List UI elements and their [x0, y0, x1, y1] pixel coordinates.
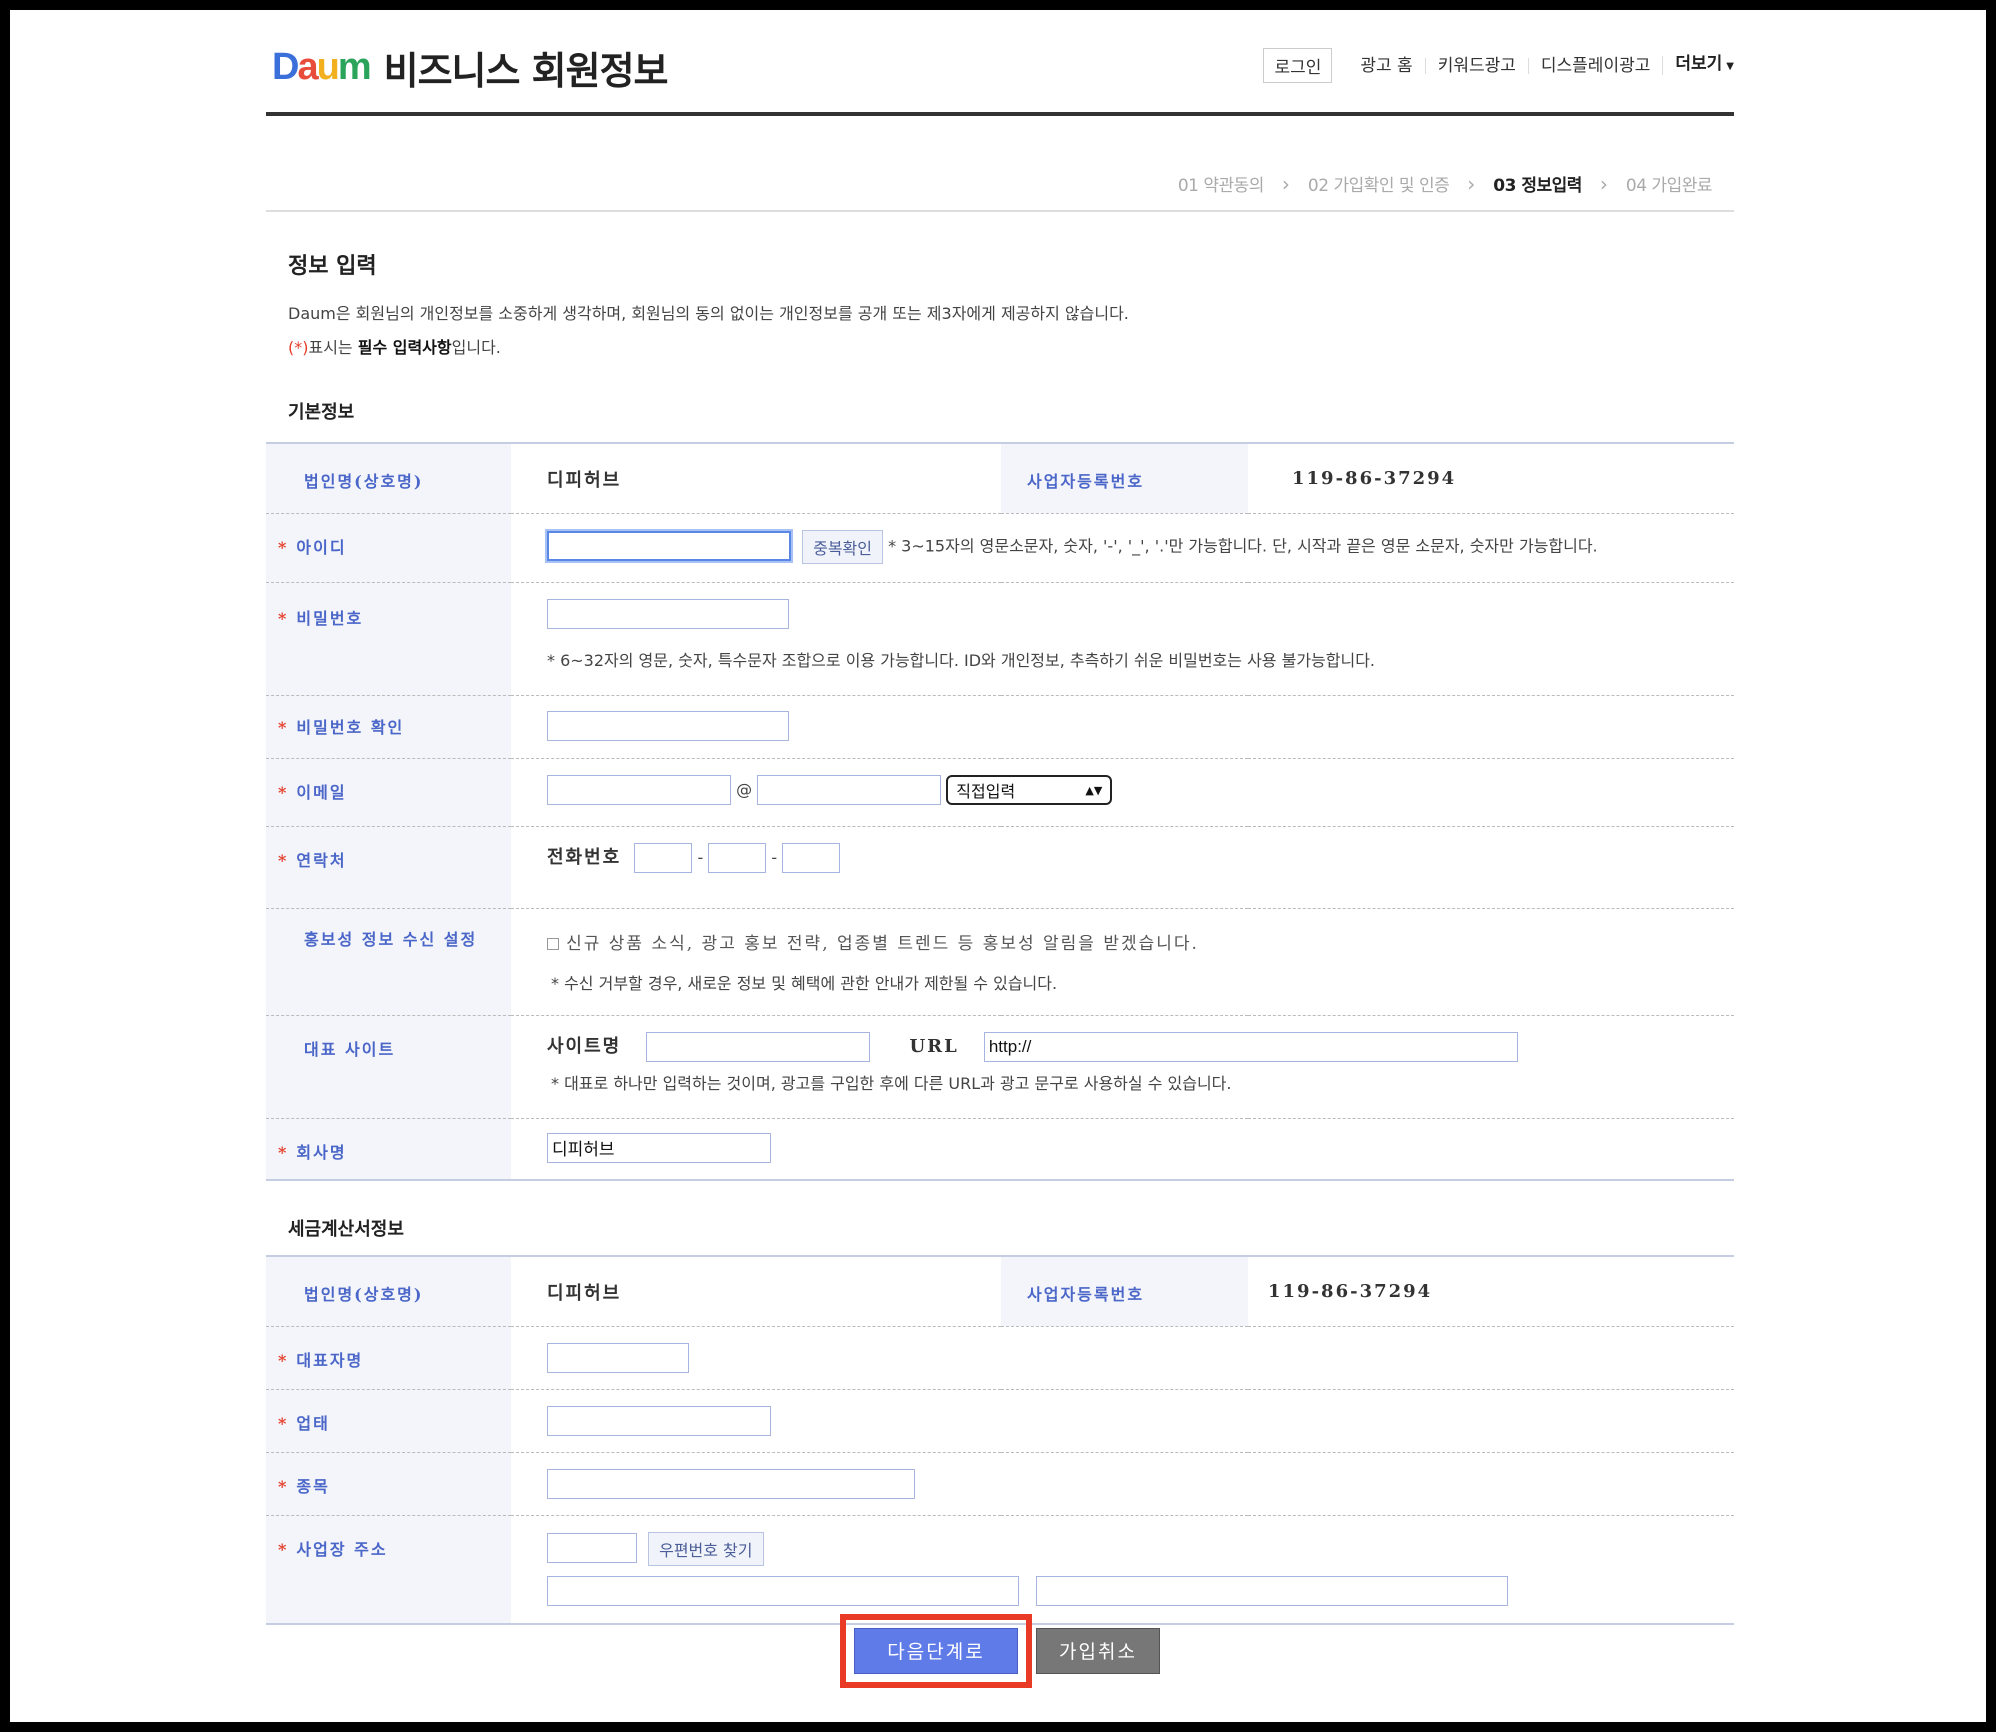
email-local-input[interactable]: [547, 774, 731, 805]
required-note: (*)표시는 필수 입력사항입니다.: [288, 338, 501, 357]
url-label: URL: [909, 1035, 959, 1057]
nav-display-ad[interactable]: 디스플레이광고: [1527, 57, 1662, 74]
site-name-input[interactable]: [646, 1031, 871, 1062]
phone-part-1[interactable]: [634, 842, 693, 873]
site-hint: * 대표로 하나만 입력하는 것이며, 광고를 구입한 후에 다른 URL과 광…: [551, 1073, 1232, 1093]
section-title: 정보 입력: [288, 254, 377, 279]
url-input[interactable]: [983, 1031, 1518, 1062]
email-label: * 이메일: [266, 758, 511, 827]
privacy-notice: Daum은 회원님의 개인정보를 소중하게 생각하며, 회원님의 동의 없이는 …: [288, 304, 1129, 323]
business-item-label: * 종목: [266, 1452, 511, 1516]
id-input[interactable]: [547, 531, 791, 561]
corp-name-value: 디피허브: [547, 470, 622, 491]
next-button-highlight: 다음단계로: [840, 1614, 1032, 1688]
intro: 정보 입력 Daum은 회원님의 개인정보를 소중하게 생각하며, 회원님의 동…: [266, 212, 1734, 358]
step-1: 01 약관동의: [1177, 176, 1265, 196]
button-bar: 다음단계로 가입취소: [266, 1614, 1734, 1688]
brn-value: 119-86-37294: [1292, 468, 1457, 489]
phone-label: 전화번호: [547, 846, 622, 868]
promo-label: 홍보성 정보 수신 설정: [266, 908, 511, 1016]
email-domain-select[interactable]: 직접입력 ▲▼: [946, 775, 1113, 805]
top-nav: 로그인 광고 홈 키워드광고 디스플레이광고 더보기 ▼: [1263, 48, 1734, 83]
promo-checkbox[interactable]: [547, 938, 559, 950]
password-confirm-input[interactable]: [547, 710, 789, 741]
email-domain-input[interactable]: [757, 774, 942, 805]
chevron-right-icon: ›: [1599, 172, 1608, 196]
basic-info-table: 법인명(상호명) 디피허브 사업자등록번호 119-86-37294 * 아이디 …: [266, 442, 1734, 1181]
header: Daum 비즈니스 회원정보 로그인 광고 홈 키워드광고 디스플레이광고 더보…: [266, 10, 1734, 116]
page-title: 비즈니스 회원정보: [383, 49, 669, 93]
company-name-input[interactable]: [547, 1132, 771, 1163]
zip-code-input[interactable]: [547, 1533, 637, 1563]
more-menu[interactable]: 더보기 ▼: [1662, 56, 1734, 75]
step-3: 03 정보입력: [1493, 176, 1582, 196]
updown-icon: ▲▼: [1085, 783, 1103, 797]
tax-corp-name-value: 디피허브: [547, 1283, 622, 1304]
tax-corp-name-label: 법인명(상호명): [266, 1256, 511, 1327]
business-type-label: * 업태: [266, 1389, 511, 1453]
login-button[interactable]: 로그인: [1263, 48, 1333, 83]
password-label: * 비밀번호: [266, 582, 511, 696]
step-4: 04 가입완료: [1625, 176, 1713, 196]
promo-hint: * 수신 거부할 경우, 새로운 정보 및 혜택에 관한 안내가 제한될 수 있…: [551, 973, 1058, 993]
phone-part-2[interactable]: [708, 842, 767, 873]
tax-info-title: 세금계산서정보: [288, 1219, 404, 1240]
caret-down-icon: ▼: [1726, 61, 1734, 72]
logo[interactable]: Daum 비즈니스 회원정보: [272, 40, 669, 95]
daum-logo: Daum: [272, 46, 372, 88]
site-label: 대표 사이트: [266, 1015, 511, 1119]
id-label: * 아이디: [266, 513, 511, 583]
id-hint: * 3~15자의 영문소문자, 숫자, '-', '_', '.'만 가능합니다…: [888, 536, 1598, 555]
tax-brn-label: 사업자등록번호: [1001, 1256, 1248, 1327]
contact-label: * 연락처: [266, 826, 511, 909]
chevron-right-icon: ›: [1281, 172, 1290, 196]
business-type-input[interactable]: [547, 1405, 771, 1436]
next-step-button[interactable]: 다음단계로: [854, 1628, 1018, 1674]
corp-name-label: 법인명(상호명): [266, 443, 511, 514]
phone-part-3[interactable]: [782, 842, 841, 873]
password-input[interactable]: [547, 598, 789, 629]
site-name-label: 사이트명: [547, 1035, 622, 1057]
basic-info-title: 기본정보: [288, 402, 355, 423]
tax-brn-value: 119-86-37294: [1268, 1281, 1433, 1302]
email-at-sign: @: [736, 779, 753, 799]
business-item-input[interactable]: [547, 1468, 915, 1499]
promo-text: 신규 상품 소식, 광고 홍보 전략, 업종별 트렌드 등 홍보성 알림을 받겠…: [566, 933, 1199, 954]
tax-info-table: 법인명(상호명) 디피허브 사업자등록번호 119-86-37294 * 대표자명…: [266, 1255, 1734, 1625]
brn-label: 사업자등록번호: [1001, 443, 1248, 514]
company-name-label: * 회사명: [266, 1118, 511, 1180]
id-duplicate-check-button[interactable]: 중복확인: [802, 529, 883, 564]
rep-name-input[interactable]: [547, 1342, 689, 1373]
address-line-1-input[interactable]: [547, 1575, 1019, 1606]
chevron-right-icon: ›: [1467, 172, 1476, 196]
rep-name-label: * 대표자명: [266, 1326, 511, 1390]
address-label: * 사업장 주소: [266, 1515, 511, 1624]
nav-keyword-ad[interactable]: 키워드광고: [1424, 57, 1528, 74]
zip-search-button[interactable]: 우편번호 찾기: [648, 1531, 764, 1566]
address-line-2-input[interactable]: [1036, 1575, 1509, 1606]
nav-ad-home[interactable]: 광고 홈: [1348, 57, 1424, 74]
password-hint: * 6~32자의 영문, 숫자, 특수문자 조합으로 이용 가능합니다. ID와…: [547, 650, 1376, 670]
password-confirm-label: * 비밀번호 확인: [266, 695, 511, 759]
step-indicator: 01 약관동의 › 02 가입확인 및 인증 › 03 정보입력 › 04 가입…: [266, 116, 1734, 212]
cancel-signup-button[interactable]: 가입취소: [1036, 1628, 1160, 1674]
step-2: 02 가입확인 및 인증: [1307, 176, 1450, 196]
